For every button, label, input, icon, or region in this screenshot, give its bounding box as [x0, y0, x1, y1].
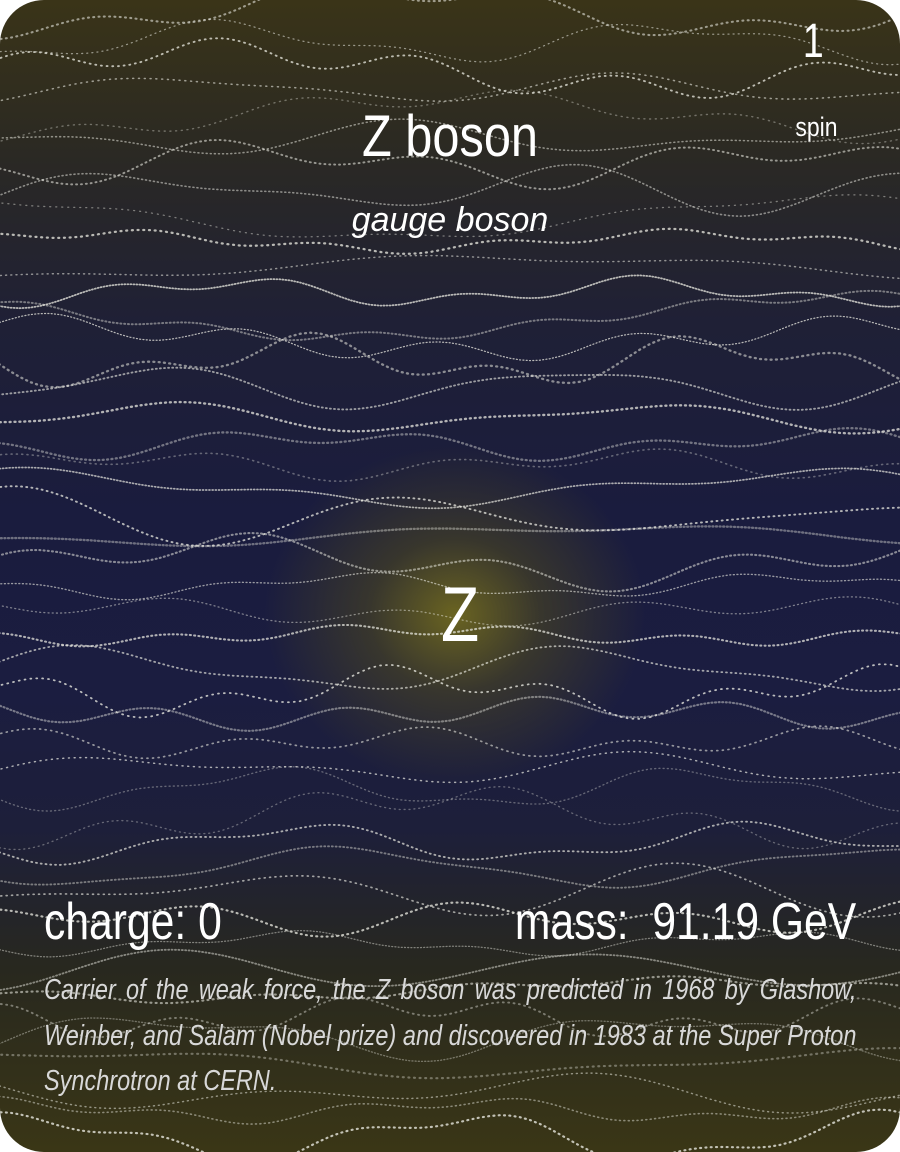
texture-wave-line	[0, 331, 900, 389]
texture-wave-line	[0, 37, 900, 99]
particle-category: gauge boson	[351, 201, 549, 239]
texture-wave-line	[0, 525, 900, 548]
charge-value: charge: 0	[44, 893, 222, 951]
texture-wave-line	[0, 725, 900, 760]
texture-wave-line	[0, 845, 900, 889]
texture-wave-line	[0, 312, 900, 362]
texture-wave-line	[0, 289, 900, 342]
texture-wave-line	[0, 426, 900, 463]
mass-value: mass: 91.19 GeV	[514, 893, 856, 951]
texture-wave-line	[0, 750, 900, 784]
texture-wave-line	[0, 820, 900, 866]
texture-wave-line	[0, 254, 900, 280]
texture-wave-line	[0, 695, 900, 732]
texture-wave-line	[0, 366, 900, 411]
texture-wave-line	[0, 274, 900, 310]
texture-wave-line	[0, 485, 900, 547]
texture-wave-line	[0, 72, 900, 102]
texture-wave-line	[0, 18, 900, 66]
particle-symbol: Z	[440, 570, 480, 658]
particle-name: Z boson	[361, 104, 539, 169]
texture-wave-line	[0, 466, 900, 510]
texture-wave-line	[0, 766, 900, 812]
spin-value: 1	[803, 15, 824, 68]
texture-wave-line	[0, 1108, 900, 1152]
particle-card: 1 spin Z boson gauge boson Z charge: 0 m…	[0, 0, 900, 1152]
texture-wave-line	[0, 785, 900, 851]
particle-description: Carrier of the weak force, the Z boson w…	[44, 974, 857, 1097]
